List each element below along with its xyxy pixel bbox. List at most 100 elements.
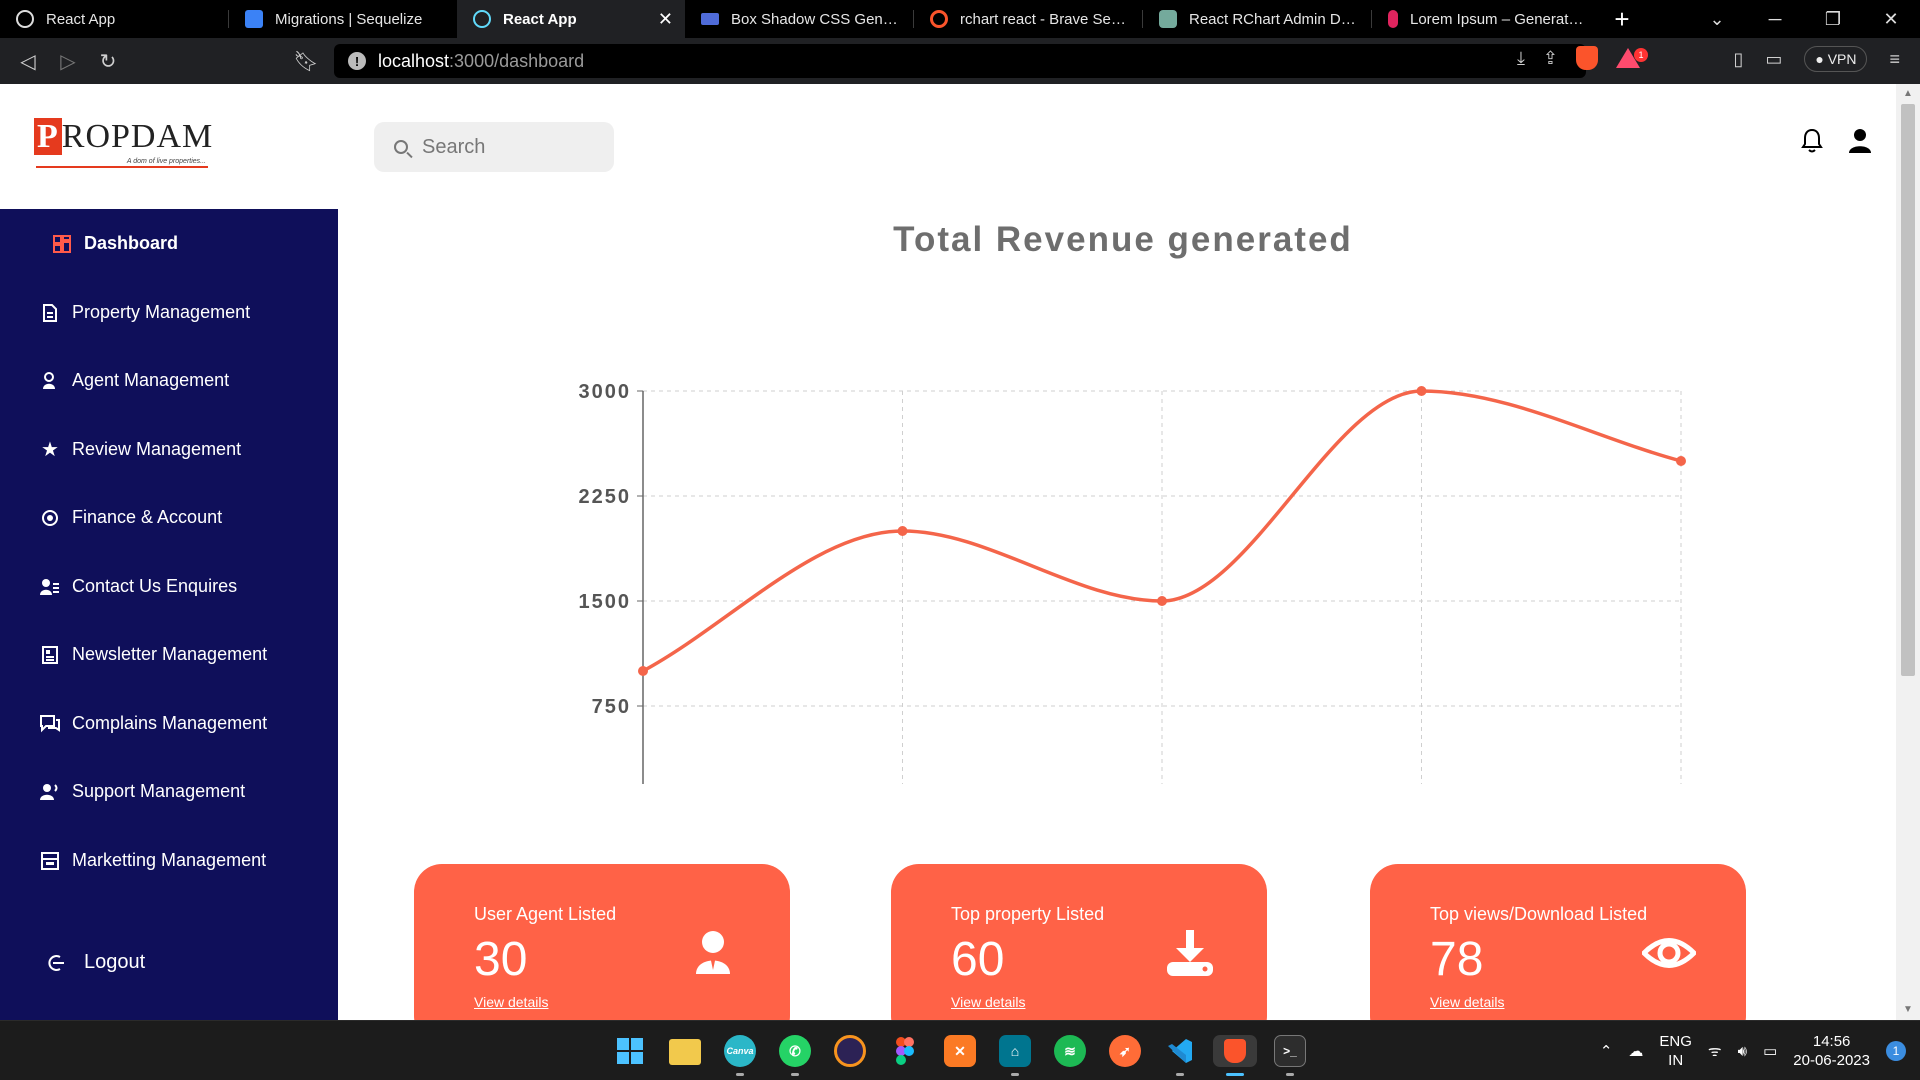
url-actions: ⤓ ⇪ 1 — [1517, 46, 1648, 70]
new-tab-button[interactable]: + — [1600, 0, 1644, 38]
y-tick-label: 3000 — [579, 381, 632, 403]
bookmark-icon[interactable]: 🔖︎ — [286, 49, 326, 74]
view-details-link[interactable]: View details — [474, 994, 548, 1010]
card-value: 78 — [1430, 933, 1484, 986]
browser-tab-react-app[interactable]: React App — [0, 0, 228, 38]
share-icon[interactable]: ⇪ — [1543, 48, 1558, 69]
wallet-icon[interactable]: ▭ — [1765, 49, 1782, 70]
y-tick-label: 1500 — [579, 591, 632, 613]
logout-icon — [46, 953, 66, 973]
tab-title: Lorem Ipsum – Generator, C — [1410, 10, 1588, 28]
vpn-button[interactable]: ● VPN — [1804, 46, 1868, 72]
close-window-icon[interactable]: ✕ — [1862, 9, 1920, 30]
volume-icon[interactable]: 🔊︎ — [1738, 1043, 1747, 1060]
notification-badge[interactable]: 1 — [1886, 1041, 1906, 1061]
address-toolbar: ◁ ▷ ↻ 🔖︎ ! localhost:3000/dashboard ⤓ ⇪ … — [0, 38, 1920, 84]
browser-tab-brave-search[interactable]: rchart react - Brave Search — [914, 0, 1142, 38]
menu-icon[interactable]: ≡ — [1889, 49, 1900, 70]
wifi-icon[interactable]: ᯤ — [1708, 1041, 1722, 1061]
card-label: Top views/Download Listed — [1430, 904, 1648, 924]
data-point — [1157, 596, 1167, 606]
figma-icon[interactable] — [889, 1035, 921, 1067]
scroll-down-icon[interactable]: ▼ — [1896, 1004, 1920, 1015]
sidebar-item-label: Marketting Management — [72, 850, 267, 870]
tab-title: Migrations | Sequelize — [275, 10, 423, 28]
back-icon[interactable]: ◁ — [8, 49, 48, 74]
browser-tab-lorem-ipsum[interactable]: Lorem Ipsum – Generator, C — [1372, 0, 1600, 38]
sidebar-item-support[interactable]: Support Management — [40, 781, 245, 802]
canva-label: Canva — [726, 1046, 754, 1056]
brave-search-icon — [930, 10, 948, 28]
spotify-icon[interactable]: ≋ — [1054, 1035, 1086, 1067]
tab-search-chevron-icon[interactable]: ⌄ — [1688, 9, 1746, 30]
region-code: IN — [1668, 1052, 1684, 1069]
card-label: User Agent Listed — [474, 904, 617, 924]
running-indicator — [1011, 1073, 1019, 1076]
url-path: :3000/dashboard — [449, 50, 585, 71]
reload-icon[interactable]: ↻ — [88, 49, 128, 74]
browser-tab-chatgpt[interactable]: React RChart Admin Dashb — [1143, 0, 1371, 38]
card-label: Top property Listed — [951, 904, 1105, 924]
view-details-link[interactable]: View details — [1430, 994, 1504, 1010]
logout-label: Logout — [84, 951, 146, 973]
card-value: 60 — [951, 933, 1005, 986]
eye-icon — [1642, 938, 1696, 968]
terminal-icon[interactable]: >_ — [1274, 1035, 1306, 1067]
minimize-icon[interactable]: ─ — [1746, 9, 1804, 30]
react-icon — [473, 10, 491, 28]
battery-icon[interactable]: ▭ — [1763, 1042, 1777, 1060]
running-indicator — [1176, 1073, 1184, 1076]
view-details-link[interactable]: View details — [951, 994, 1025, 1010]
tab-title: rchart react - Brave Search — [960, 10, 1130, 28]
install-icon[interactable]: ⤓ — [1517, 48, 1525, 69]
openai-icon — [1159, 10, 1177, 28]
y-tick-label: 2250 — [579, 486, 632, 508]
browser-tab-box-shadow[interactable]: Box Shadow CSS Generator — [685, 0, 913, 38]
sidebar-item-marketing[interactable]: Marketting Management — [40, 850, 266, 871]
stat-card-top-property: Top property Listed 60 View details — [891, 864, 1267, 1020]
browser-right-actions: ▯ ▭ ● VPN ≡ — [1733, 46, 1900, 72]
brave-browser-icon[interactable] — [1213, 1035, 1257, 1067]
url-bar[interactable]: ! localhost:3000/dashboard — [334, 44, 1586, 78]
page-scrollbar[interactable]: ▲ ▼ — [1896, 84, 1920, 1020]
close-tab-icon[interactable]: ✕ — [658, 9, 673, 30]
onedrive-cloud-icon[interactable]: ☁ — [1628, 1042, 1643, 1060]
restore-icon[interactable]: ❐ — [1804, 9, 1862, 30]
browser-tab-bar: React App Migrations | Sequelize React A… — [0, 0, 1920, 38]
vscode-icon[interactable] — [1164, 1035, 1196, 1067]
sidebar-item-label: Support Management — [72, 781, 246, 801]
running-indicator — [791, 1073, 799, 1076]
show-hidden-icons-chevron-icon[interactable]: ⌃ — [1600, 1042, 1613, 1060]
scrollbar-thumb[interactable] — [1901, 104, 1915, 676]
box-shadow-icon — [701, 13, 719, 25]
windows-start-icon[interactable] — [614, 1035, 646, 1067]
tab-title: React App — [46, 10, 116, 28]
tab-title: React RChart Admin Dashb — [1189, 10, 1359, 28]
brave-rewards-icon[interactable]: 1 — [1616, 48, 1648, 68]
clock[interactable]: 14:56 20-06-2023 — [1793, 1032, 1870, 1070]
clock-date: 20-06-2023 — [1793, 1052, 1870, 1069]
forward-icon[interactable]: ▷ — [48, 49, 88, 74]
eclipse-icon[interactable] — [834, 1035, 866, 1067]
sidebar-toggle-icon[interactable]: ▯ — [1733, 49, 1743, 70]
site-info-icon[interactable]: ! — [348, 52, 366, 70]
browser-tab-active[interactable]: React App ✕ — [457, 0, 685, 38]
language-indicator[interactable]: ENG IN — [1659, 1032, 1692, 1070]
marketing-icon — [40, 851, 60, 871]
clock-time: 14:56 — [1812, 1033, 1851, 1050]
scroll-up-icon[interactable]: ▲ — [1896, 88, 1920, 99]
xampp-icon[interactable]: ✕ — [944, 1035, 976, 1067]
canva-icon[interactable]: Canva — [724, 1035, 756, 1067]
stat-card-top-views: Top views/Download Listed 78 View detail… — [1370, 864, 1746, 1020]
postman-icon[interactable]: ➶ — [1109, 1035, 1141, 1067]
browser-tab-sequelize[interactable]: Migrations | Sequelize — [229, 0, 457, 38]
logout-button[interactable]: Logout — [46, 951, 145, 974]
whatsapp-icon[interactable]: ✆ — [779, 1035, 811, 1067]
mysql-workbench-icon[interactable]: ⌂ — [999, 1035, 1031, 1067]
window-controls: ⌄ ─ ❐ ✕ — [1688, 0, 1920, 38]
brave-shields-icon[interactable] — [1576, 46, 1598, 70]
file-explorer-icon[interactable] — [669, 1039, 701, 1065]
dashboard-page: PROPDAM A dom of live properties... Dash… — [0, 84, 1920, 1020]
revenue-line-chart: 0750150022503000JanFebMarAprMayRevenue — [579, 381, 1686, 784]
data-point — [897, 526, 908, 536]
